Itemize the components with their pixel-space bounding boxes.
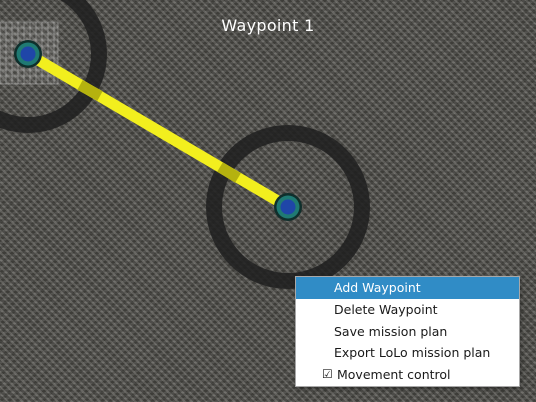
waypoint-title: Waypoint 1 bbox=[221, 16, 315, 35]
context-menu: Add Waypoint Delete Waypoint Save missio… bbox=[295, 276, 520, 387]
menu-item-label: Movement control bbox=[337, 367, 451, 383]
menu-item-label: Delete Waypoint bbox=[334, 301, 438, 317]
mission-path-segment[interactable] bbox=[25, 49, 291, 212]
waypoint-marker-icon[interactable] bbox=[14, 40, 42, 68]
menu-item-delete-waypoint[interactable]: Delete Waypoint bbox=[296, 299, 519, 321]
menu-item-movement-control[interactable]: ☑ Movement control bbox=[296, 364, 519, 386]
checkbox-checked-icon: ☑ bbox=[322, 367, 333, 382]
waypoint-marker-icon[interactable] bbox=[274, 193, 302, 221]
menu-item-add-waypoint[interactable]: Add Waypoint bbox=[296, 277, 519, 299]
menu-item-label: Add Waypoint bbox=[334, 280, 421, 295]
menu-item-save-mission-plan[interactable]: Save mission plan bbox=[296, 321, 519, 343]
menu-item-export-lolo-mission-plan[interactable]: Export LoLo mission plan bbox=[296, 342, 519, 364]
menu-item-label: Export LoLo mission plan bbox=[334, 345, 491, 361]
menu-item-label: Save mission plan bbox=[334, 323, 448, 339]
